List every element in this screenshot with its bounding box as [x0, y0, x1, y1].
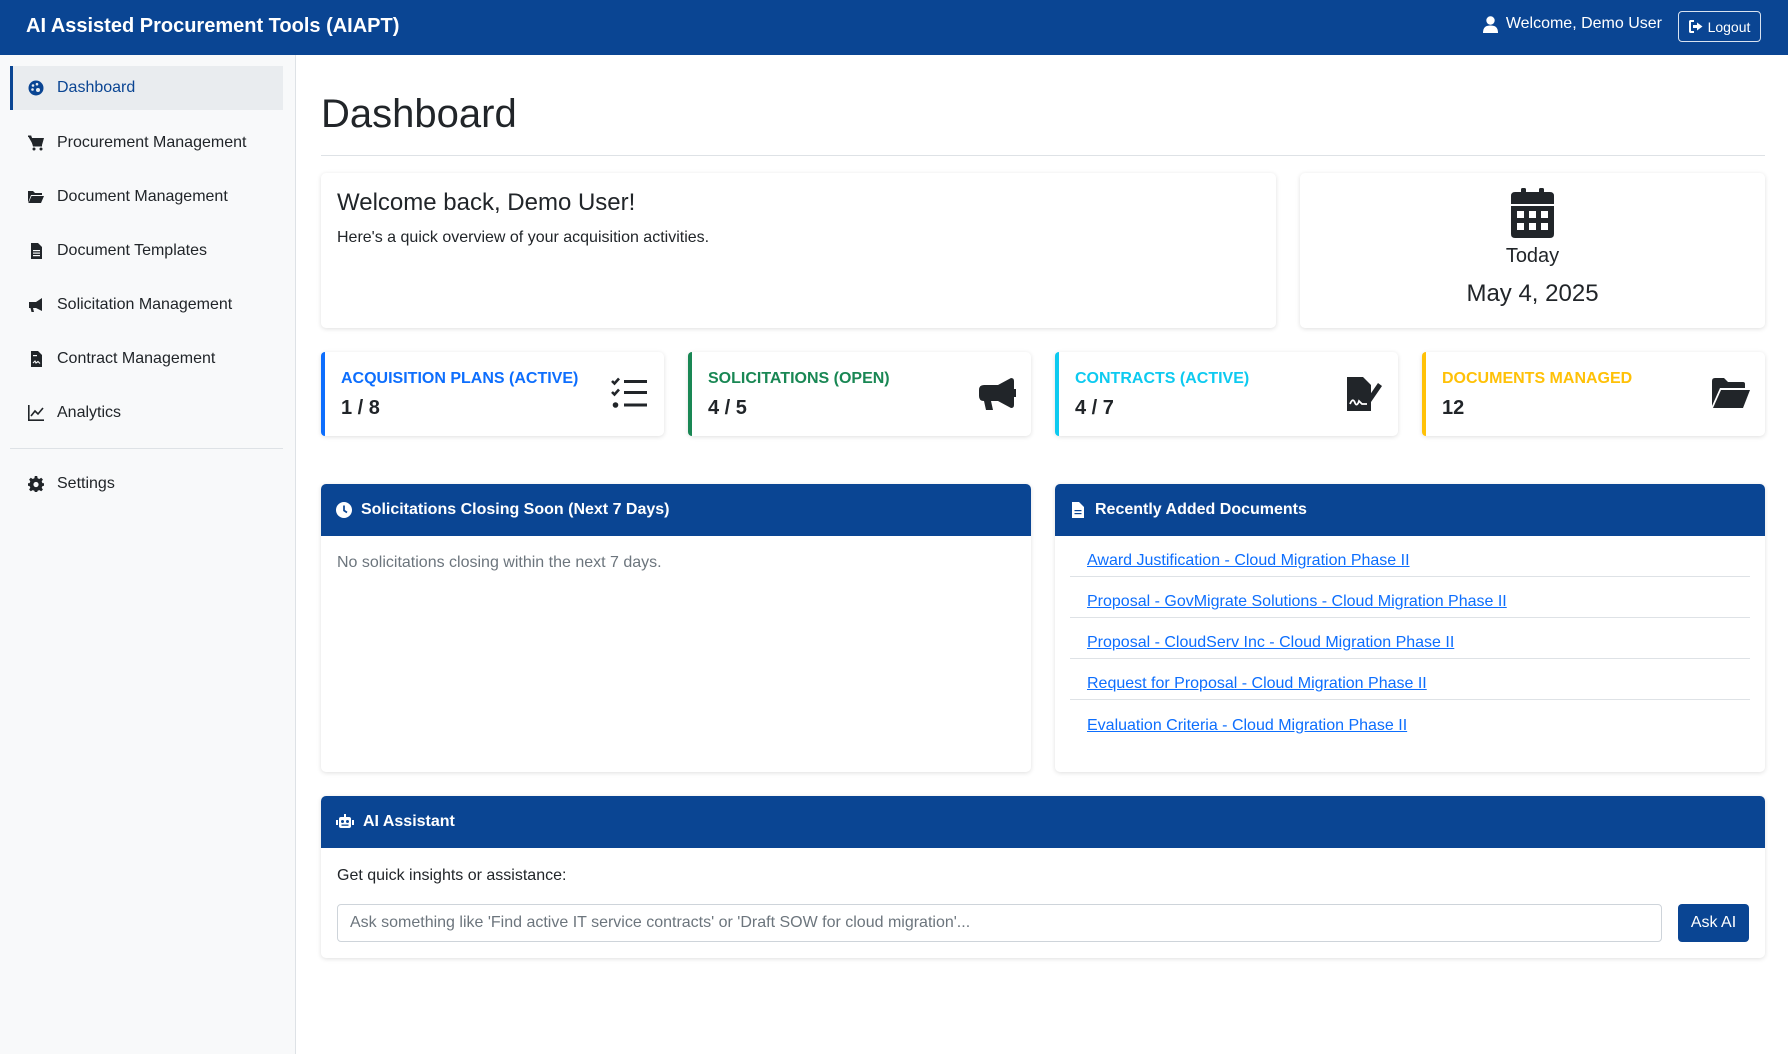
ai-assistant-header: AI Assistant: [321, 796, 1765, 848]
stat-card-documents[interactable]: Documents Managed 12: [1422, 352, 1765, 436]
folder-open-icon: [27, 188, 45, 206]
stat-accent-bar: [688, 352, 692, 436]
document-link[interactable]: Request for Proposal - Cloud Migration P…: [1087, 675, 1427, 693]
sidebar-item-label: Contract Management: [57, 350, 216, 367]
logout-button[interactable]: Logout: [1678, 11, 1761, 42]
document-link[interactable]: Award Justification - Cloud Migration Ph…: [1087, 552, 1410, 570]
title-divider: [321, 155, 1765, 156]
document-link[interactable]: Evaluation Criteria - Cloud Migration Ph…: [1087, 717, 1407, 735]
file-signature-icon: [1344, 376, 1384, 412]
stat-value: 4 / 5: [708, 397, 747, 419]
user-greeting-text: Welcome, Demo User: [1505, 15, 1662, 32]
list-item: Evaluation Criteria - Cloud Migration Ph…: [1070, 700, 1750, 741]
recent-documents-panel: Recently Added Documents Award Justifica…: [1055, 484, 1765, 772]
closing-soon-title: Solicitations Closing Soon (Next 7 Days): [361, 501, 670, 518]
closing-soon-empty-text: No solicitations closing within the next…: [337, 554, 662, 571]
stat-value: 12: [1442, 397, 1465, 419]
sidebar-item-label: Dashboard: [57, 79, 136, 96]
welcome-card: Welcome back, Demo User! Here's a quick …: [321, 173, 1276, 328]
welcome-heading: Welcome back, Demo User!: [337, 189, 636, 216]
list-item: Proposal - GovMigrate Solutions - Cloud …: [1070, 577, 1750, 618]
list-item: Proposal - CloudServ Inc - Cloud Migrati…: [1070, 618, 1750, 659]
date-value: May 4, 2025: [1466, 280, 1599, 307]
sidebar-item-settings[interactable]: Settings: [10, 462, 283, 506]
user-icon: [1482, 15, 1498, 33]
list-item: Award Justification - Cloud Migration Ph…: [1070, 536, 1750, 577]
document-link[interactable]: Proposal - CloudServ Inc - Cloud Migrati…: [1087, 634, 1454, 652]
logout-label: Logout: [1707, 18, 1751, 35]
sidebar-item-dashboard[interactable]: Dashboard: [10, 66, 283, 110]
sidebar-item-document-templates[interactable]: Document Templates: [10, 229, 283, 273]
ai-prompt-label: Get quick insights or assistance:: [337, 867, 567, 884]
list-item: Request for Proposal - Cloud Migration P…: [1070, 659, 1750, 700]
recent-documents-header: Recently Added Documents: [1055, 484, 1765, 536]
palette-icon: [27, 79, 45, 97]
file-icon: [1072, 502, 1084, 518]
sidebar-item-procurement-management[interactable]: Procurement Management: [10, 121, 283, 165]
stat-accent-bar: [1422, 352, 1426, 436]
line-chart-icon: [27, 404, 45, 422]
calendar-icon: [1511, 188, 1554, 238]
stat-card-acquisition-plans[interactable]: Acquisition Plans (Active) 1 / 8: [321, 352, 664, 436]
date-label: Today: [1505, 245, 1560, 267]
robot-icon: [336, 814, 354, 828]
sidebar-item-label: Analytics: [57, 404, 122, 421]
stat-title: Acquisition Plans (Active): [341, 370, 579, 387]
ai-assistant-title: AI Assistant: [363, 813, 455, 830]
sidebar-item-solicitation-management[interactable]: Solicitation Management: [10, 283, 283, 327]
date-card: Today May 4, 2025: [1300, 173, 1765, 328]
sidebar-item-contract-management[interactable]: Contract Management: [10, 337, 283, 381]
stat-value: 1 / 8: [341, 397, 380, 419]
sign-out-icon: [1688, 20, 1703, 33]
sidebar-item-label: Document Templates: [57, 242, 207, 259]
ask-ai-button[interactable]: Ask AI: [1678, 904, 1749, 942]
sidebar-item-label: Solicitation Management: [57, 296, 233, 313]
ai-query-input[interactable]: [337, 904, 1662, 942]
stat-accent-bar: [321, 352, 325, 436]
stat-value: 4 / 7: [1075, 397, 1114, 419]
closing-soon-panel: Solicitations Closing Soon (Next 7 Days)…: [321, 484, 1031, 772]
bullhorn-icon: [977, 376, 1017, 412]
stat-accent-bar: [1055, 352, 1059, 436]
sidebar: Dashboard Procurement Management Documen…: [0, 55, 296, 1054]
stat-title: Contracts (Active): [1075, 370, 1250, 387]
user-greeting: Welcome, Demo User: [1482, 15, 1662, 33]
stat-card-solicitations[interactable]: Solicitations (Open) 4 / 5: [688, 352, 1031, 436]
gear-icon: [27, 475, 45, 493]
recent-documents-title: Recently Added Documents: [1095, 501, 1307, 518]
page-title: Dashboard: [321, 92, 517, 136]
cart-icon: [27, 134, 45, 152]
sidebar-item-analytics[interactable]: Analytics: [10, 391, 283, 435]
top-navbar: AI Assisted Procurement Tools (AIAPT) We…: [0, 0, 1788, 55]
sidebar-item-label: Settings: [57, 475, 115, 492]
sidebar-item-document-management[interactable]: Document Management: [10, 175, 283, 219]
stat-title: Solicitations (Open): [708, 370, 890, 387]
sidebar-item-label: Procurement Management: [57, 134, 247, 151]
sidebar-divider: [10, 448, 283, 449]
clock-icon: [336, 502, 352, 518]
stat-title: Documents Managed: [1442, 370, 1633, 387]
document-list: Award Justification - Cloud Migration Ph…: [1070, 536, 1750, 741]
megaphone-icon: [27, 296, 45, 314]
list-check-icon: [610, 376, 650, 412]
ai-assistant-panel: AI Assistant Get quick insights or assis…: [321, 796, 1765, 958]
document-link[interactable]: Proposal - GovMigrate Solutions - Cloud …: [1087, 593, 1507, 611]
folder-open-icon: [1711, 376, 1751, 412]
welcome-text: Here's a quick overview of your acquisit…: [337, 229, 710, 246]
stat-card-contracts[interactable]: Contracts (Active) 4 / 7: [1055, 352, 1398, 436]
file-text-icon: [27, 242, 45, 260]
sidebar-item-label: Document Management: [57, 188, 228, 205]
app-title[interactable]: AI Assisted Procurement Tools (AIAPT): [26, 15, 399, 38]
file-contract-icon: [27, 350, 45, 368]
closing-soon-header: Solicitations Closing Soon (Next 7 Days): [321, 484, 1031, 536]
